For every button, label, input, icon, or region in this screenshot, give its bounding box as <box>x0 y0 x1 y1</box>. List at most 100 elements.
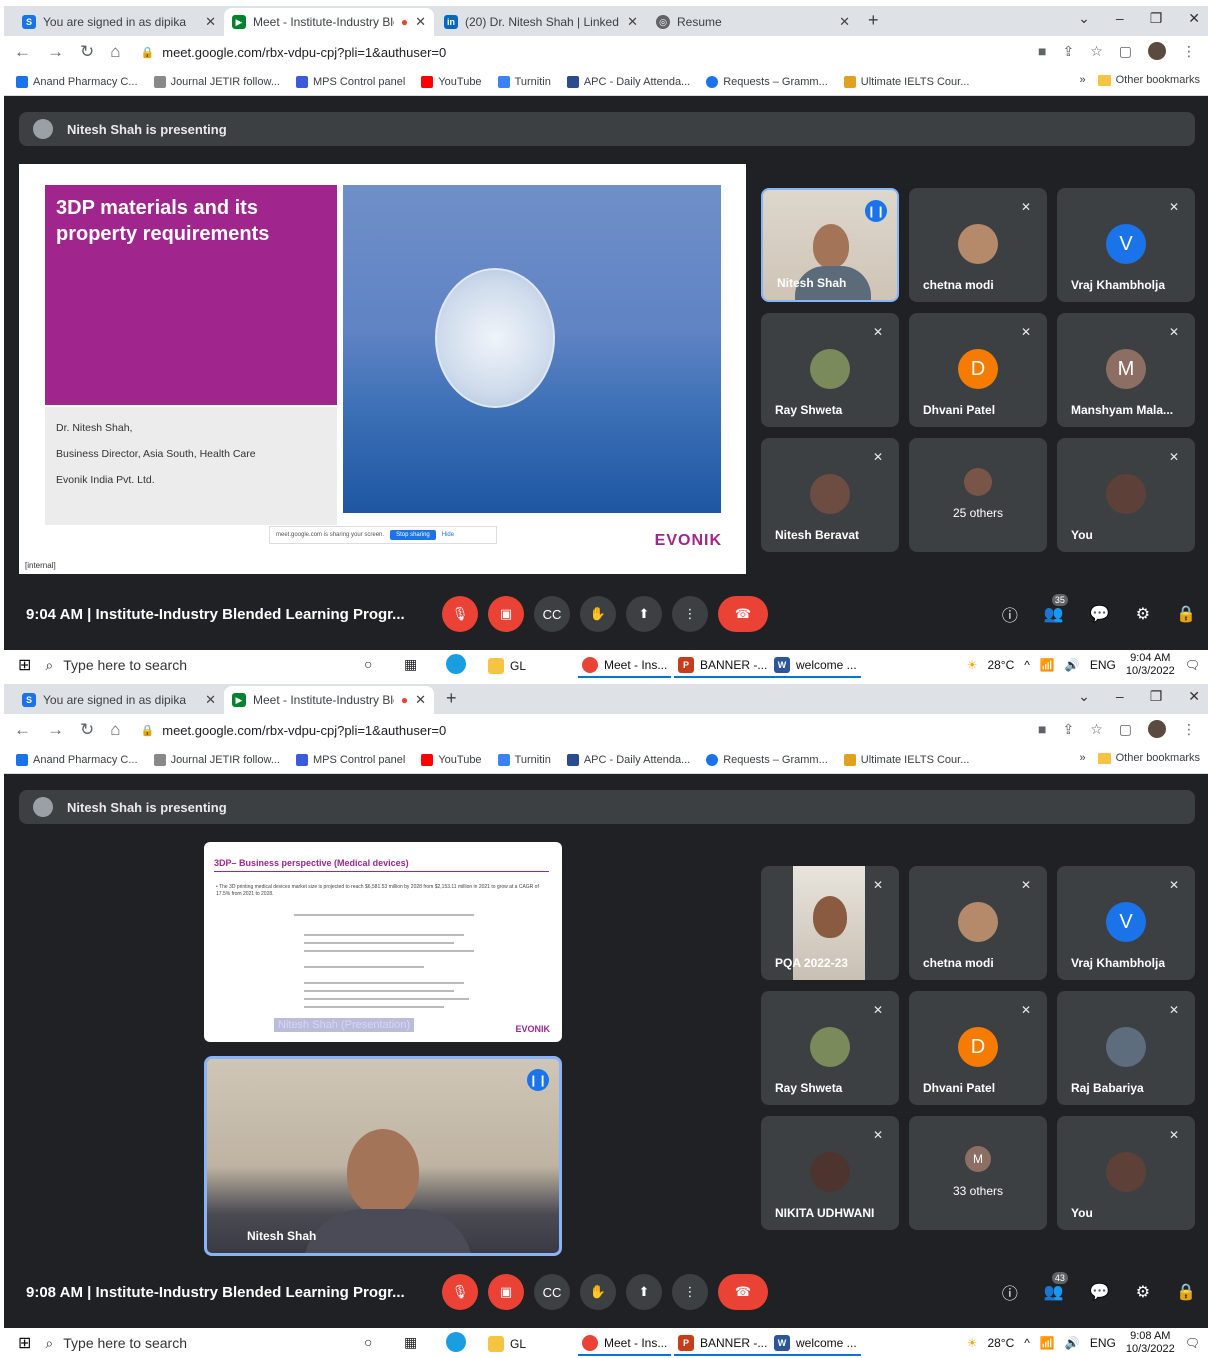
tab-linkedin[interactable]: in (20) Dr. Nitesh Shah | LinkedIn ✕ <box>436 8 646 36</box>
tab-signed-in[interactable]: S You are signed in as dipika ✕ <box>14 8 224 36</box>
activities-icon[interactable]: ⚙ <box>1136 1282 1150 1302</box>
reload-icon[interactable]: ↻ <box>80 42 94 62</box>
close-icon[interactable]: ✕ <box>415 14 426 30</box>
sidepanel-icon[interactable]: ▢ <box>1119 43 1132 60</box>
tab-resume[interactable]: ◎ Resume ✕ <box>648 8 858 36</box>
menu-icon[interactable]: ⋮ <box>1182 43 1196 60</box>
camera-off-button[interactable]: ▣ <box>488 1274 524 1310</box>
bookmark-item[interactable]: Anand Pharmacy C... <box>16 753 138 766</box>
sidepanel-icon[interactable]: ▢ <box>1119 721 1132 738</box>
participant-tile[interactable]: ✕ V Vraj Khambholja <box>1057 866 1195 980</box>
profile-avatar[interactable] <box>1148 42 1166 60</box>
tab-signed-in[interactable]: S You are signed in as dipika ✕ <box>14 686 224 714</box>
camera-off-button[interactable]: ▣ <box>488 596 524 632</box>
url-field[interactable]: 🔒 meet.google.com/rbx-vdpu-cpj?pli=1&auth… <box>141 723 447 738</box>
task-view-icon[interactable]: ▦ <box>404 656 417 673</box>
captions-button[interactable]: CC <box>534 596 570 632</box>
share-icon[interactable]: ⇪ <box>1062 721 1074 738</box>
raise-hand-button[interactable]: ✋ <box>580 596 616 632</box>
notification-icon[interactable]: 🗨 <box>1185 1336 1200 1350</box>
bookmark-item[interactable]: Turnitin <box>497 75 551 88</box>
menu-icon[interactable]: ⋮ <box>1182 721 1196 738</box>
bookmark-item[interactable]: Ultimate IELTS Cour... <box>843 75 969 88</box>
participant-tile[interactable]: ✕ chetna modi <box>909 188 1047 302</box>
close-icon[interactable]: ✕ <box>627 14 638 30</box>
bookmark-item[interactable]: Turnitin <box>497 753 551 766</box>
taskbar-app[interactable]: Meet - Ins... <box>578 654 672 678</box>
taskbar-app[interactable]: GL <box>484 654 530 678</box>
bookmark-item[interactable]: MPS Control panel <box>296 753 405 766</box>
reload-icon[interactable]: ↻ <box>80 720 94 740</box>
volume-icon[interactable]: 🔊 <box>1065 1336 1080 1350</box>
url-field[interactable]: 🔒 meet.google.com/rbx-vdpu-cpj?pli=1&auth… <box>141 45 447 60</box>
minimize-icon[interactable]: – <box>1116 10 1124 27</box>
participant-tile[interactable]: ✕ D Dhvani Patel <box>909 313 1047 427</box>
new-tab-button[interactable]: + <box>868 10 879 31</box>
network-icon[interactable]: 📶 <box>1040 658 1055 672</box>
back-icon[interactable]: ← <box>14 42 31 62</box>
tab-search-icon[interactable]: ⌄ <box>1078 688 1090 705</box>
other-bookmarks[interactable]: Other bookmarks <box>1097 74 1200 86</box>
share-icon[interactable]: ⇪ <box>1062 43 1074 60</box>
present-button[interactable]: ⬆ <box>626 596 662 632</box>
taskbar-app[interactable]: Wwelcome ... <box>770 1332 861 1356</box>
cortana-icon[interactable]: ○ <box>364 1334 372 1350</box>
raise-hand-button[interactable]: ✋ <box>580 1274 616 1310</box>
more-options-button[interactable]: ⋮ <box>672 596 708 632</box>
mic-off-button[interactable]: 🎙 <box>442 1274 478 1310</box>
participant-tile[interactable]: ✕ D Dhvani Patel <box>909 991 1047 1105</box>
bookmark-item[interactable]: Journal JETIR follow... <box>153 753 280 766</box>
home-icon[interactable]: ⌂ <box>110 720 120 740</box>
more-options-button[interactable]: ⋮ <box>672 1274 708 1310</box>
bookmark-item[interactable]: YouTube <box>421 753 482 766</box>
self-tile[interactable]: ✕ You <box>1057 438 1195 552</box>
host-controls-icon[interactable]: 🔒 <box>1176 1282 1196 1302</box>
bookmark-item[interactable]: Anand Pharmacy C... <box>16 75 138 88</box>
bookmark-item[interactable]: Ultimate IELTS Cour... <box>843 753 969 766</box>
camera-icon[interactable]: ■ <box>1038 43 1046 59</box>
people-button[interactable]: 43 👥 <box>1044 1272 1068 1302</box>
bookmark-item[interactable]: Journal JETIR follow... <box>153 75 280 88</box>
participant-tile[interactable]: ✕ Ray Shweta <box>761 313 899 427</box>
taskbar-app[interactable]: GL <box>484 1332 530 1356</box>
people-button[interactable]: 35 👥 <box>1044 594 1068 624</box>
forward-icon[interactable]: → <box>47 720 64 740</box>
info-icon[interactable]: ⓘ <box>1002 602 1018 626</box>
task-view-icon[interactable]: ▦ <box>404 1334 417 1351</box>
others-tile[interactable]: M 33 others <box>909 1116 1047 1230</box>
forward-icon[interactable]: → <box>47 42 64 62</box>
tab-meet[interactable]: ▶ Meet - Institute-Industry Ble ● ✕ <box>224 686 434 714</box>
clock[interactable]: 9:04 AM 10/3/2022 <box>1126 652 1175 678</box>
bookmark-item[interactable]: MPS Control panel <box>296 75 405 88</box>
stop-sharing-button[interactable]: Stop sharing <box>390 530 436 540</box>
close-icon[interactable]: ✕ <box>415 692 426 708</box>
camera-icon[interactable]: ■ <box>1038 721 1046 737</box>
info-icon[interactable]: ⓘ <box>1002 1280 1018 1304</box>
new-tab-button[interactable]: + <box>446 688 457 709</box>
taskbar-app[interactable]: Wwelcome ... <box>770 654 861 678</box>
restore-icon[interactable]: ❐ <box>1150 10 1163 27</box>
taskbar-search[interactable]: ⌕ Type here to search <box>45 650 325 680</box>
end-call-button[interactable]: ☎ <box>718 1274 768 1310</box>
windows-icon[interactable]: ⊞ <box>18 655 31 675</box>
close-icon[interactable]: ✕ <box>839 14 850 30</box>
present-button[interactable]: ⬆ <box>626 1274 662 1310</box>
profile-avatar[interactable] <box>1148 720 1166 738</box>
cortana-icon[interactable]: ○ <box>364 656 372 672</box>
participant-tile[interactable]: ✕ Raj Babariya <box>1057 991 1195 1105</box>
host-controls-icon[interactable]: 🔒 <box>1176 604 1196 624</box>
home-icon[interactable]: ⌂ <box>110 42 120 62</box>
close-window-icon[interactable]: ✕ <box>1188 688 1200 705</box>
participant-tile[interactable]: ✕ V Vraj Khambholja <box>1057 188 1195 302</box>
bookmark-item[interactable]: APC - Daily Attenda... <box>566 75 690 88</box>
back-icon[interactable]: ← <box>14 720 31 740</box>
more-bookmarks-icon[interactable]: » <box>1080 74 1086 86</box>
windows-icon[interactable]: ⊞ <box>18 1333 31 1353</box>
tab-search-icon[interactable]: ⌄ <box>1078 10 1090 27</box>
participant-tile[interactable]: ✕ M Manshyam Mala... <box>1057 313 1195 427</box>
participant-tile[interactable]: ✕ chetna modi <box>909 866 1047 980</box>
taskbar-app[interactable]: P BANNER -... <box>674 654 772 678</box>
network-icon[interactable]: 📶 <box>1040 1336 1055 1350</box>
taskbar-search[interactable]: ⌕ Type here to search <box>45 1328 325 1358</box>
edge-icon[interactable] <box>446 1332 466 1352</box>
